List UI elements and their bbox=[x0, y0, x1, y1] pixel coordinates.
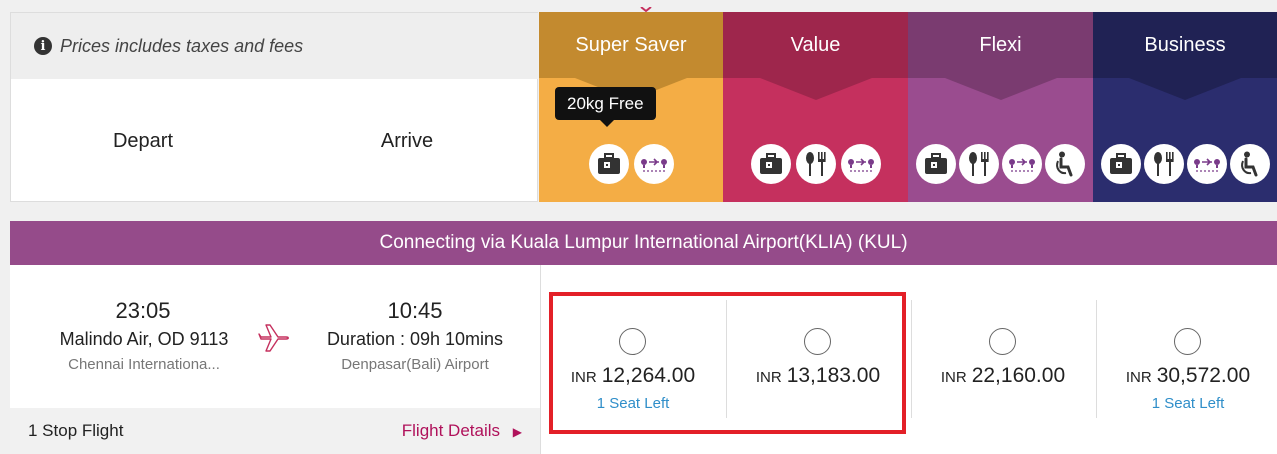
fare-column-business[interactable]: Business bbox=[1093, 12, 1277, 202]
flight-info: 23:05 Malindo Air, OD 9113 Chennai Inter… bbox=[10, 265, 540, 454]
baggage-icon[interactable] bbox=[1100, 144, 1141, 184]
fare-column-flexi[interactable]: Flexi bbox=[908, 12, 1093, 202]
header-panel: i Prices includes taxes and fees Depart … bbox=[10, 12, 538, 202]
flight-details-label: Flight Details bbox=[401, 421, 501, 440]
transit-icon[interactable] bbox=[633, 144, 674, 184]
plane-icon bbox=[258, 320, 292, 354]
currency-label: INR bbox=[940, 369, 967, 386]
transit-icon[interactable] bbox=[1002, 144, 1042, 184]
connecting-banner: Connecting via Kuala Lumpur Internationa… bbox=[10, 221, 1277, 265]
fare-column-value[interactable]: Value bbox=[723, 12, 908, 202]
price-option-flexi[interactable]: INR 22,160.00 bbox=[913, 300, 1093, 418]
assistance-icon[interactable] bbox=[1045, 144, 1085, 184]
origin-airport: Chennai Internationa... bbox=[68, 356, 220, 373]
fare-name-value: Value bbox=[723, 12, 908, 78]
meal-icon[interactable] bbox=[795, 144, 836, 184]
baggage-icon[interactable] bbox=[750, 144, 791, 184]
fare-name-super-saver: Super Saver bbox=[539, 12, 723, 78]
assistance-icon[interactable] bbox=[1229, 144, 1270, 184]
stops-text: 1 Stop Flight bbox=[28, 421, 124, 440]
depart-time: 23:05 bbox=[115, 298, 171, 323]
fare-radio-flexi[interactable] bbox=[989, 328, 1016, 355]
price-note: i Prices includes taxes and fees bbox=[11, 13, 538, 79]
fare-chevron bbox=[759, 78, 872, 100]
price-option-business[interactable]: INR 30,572.00 1 Seat Left bbox=[1098, 300, 1277, 418]
fare-radio-business[interactable] bbox=[1174, 328, 1201, 355]
fare-chevron bbox=[1129, 78, 1241, 100]
destination-airport: Denpasar(Bali) Airport bbox=[341, 356, 489, 373]
fare-chevron bbox=[944, 78, 1057, 100]
price-business: INR 30,572.00 bbox=[1098, 364, 1277, 388]
flight-duration: Duration : 09h 10mins bbox=[326, 329, 504, 349]
divider bbox=[1096, 300, 1097, 418]
stops-bar: 1 Stop Flight Flight Details ▶ bbox=[10, 408, 540, 454]
meal-icon[interactable] bbox=[1143, 144, 1184, 184]
baggage-icon[interactable] bbox=[916, 144, 956, 184]
highlight-box bbox=[549, 292, 906, 434]
currency-label: INR bbox=[1125, 369, 1152, 386]
depart-column-label: Depart bbox=[112, 129, 174, 152]
fare-name-business: Business bbox=[1093, 12, 1277, 78]
seats-left: 1 Seat Left bbox=[1151, 395, 1225, 412]
price-amount: 30,572.00 bbox=[1156, 364, 1251, 387]
divider bbox=[911, 300, 912, 418]
transit-icon[interactable] bbox=[1186, 144, 1227, 184]
arrive-time: 10:45 bbox=[387, 298, 443, 323]
baggage-icon[interactable] bbox=[588, 144, 629, 184]
flight-details-link[interactable]: Flight Details ▶ bbox=[402, 421, 522, 441]
price-flexi: INR 22,160.00 bbox=[913, 364, 1093, 388]
price-note-text: Prices includes taxes and fees bbox=[60, 35, 304, 56]
top-marker bbox=[640, 0, 652, 13]
fare-name-flexi: Flexi bbox=[908, 12, 1093, 78]
price-amount: 22,160.00 bbox=[971, 364, 1066, 387]
baggage-tooltip: 20kg Free bbox=[555, 87, 656, 127]
meal-icon[interactable] bbox=[959, 144, 999, 184]
info-icon: i bbox=[34, 37, 52, 55]
transit-icon[interactable] bbox=[840, 144, 881, 184]
airline-flight-number: Malindo Air, OD 9113 bbox=[59, 329, 229, 349]
caret-right-icon: ▶ bbox=[512, 425, 522, 439]
arrive-column-label: Arrive bbox=[380, 129, 434, 152]
